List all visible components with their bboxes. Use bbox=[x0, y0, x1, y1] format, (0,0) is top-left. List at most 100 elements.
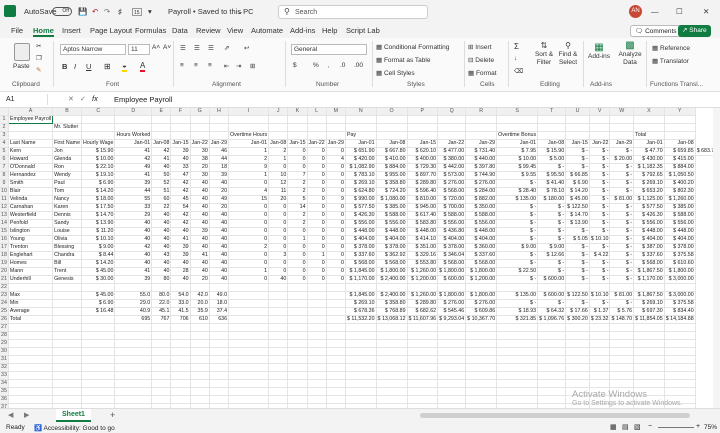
cell[interactable] bbox=[307, 395, 327, 404]
cell[interactable]: $ - bbox=[589, 299, 611, 308]
cell[interactable] bbox=[609, 283, 635, 292]
cell[interactable] bbox=[326, 123, 346, 132]
cell[interactable]: 0 bbox=[268, 203, 289, 212]
cell[interactable]: Jan-29 bbox=[209, 139, 230, 148]
share-button[interactable]: ↗ Share bbox=[678, 25, 711, 37]
cell[interactable] bbox=[465, 371, 498, 380]
cell[interactable]: $ - bbox=[589, 147, 611, 156]
cell[interactable]: 0 bbox=[307, 259, 327, 268]
column-header[interactable]: G bbox=[190, 108, 210, 116]
customize-qat-icon[interactable]: ▾ bbox=[148, 6, 152, 18]
cell[interactable] bbox=[190, 131, 210, 140]
cell[interactable]: $ 329.16 bbox=[407, 251, 439, 260]
cell[interactable]: $ 20.00 bbox=[609, 155, 635, 164]
cell[interactable]: Pay bbox=[345, 131, 377, 140]
cell[interactable] bbox=[190, 323, 210, 332]
cell[interactable] bbox=[496, 123, 539, 132]
cell[interactable]: $ 45.00 bbox=[81, 291, 116, 300]
cell[interactable]: $ 10.00 bbox=[496, 155, 539, 164]
cell[interactable] bbox=[151, 131, 172, 140]
cell[interactable] bbox=[345, 323, 377, 332]
page-layout-view-icon[interactable]: ▤ bbox=[622, 423, 629, 431]
cell[interactable] bbox=[8, 387, 54, 396]
cell[interactable]: First Name bbox=[52, 139, 83, 148]
cell[interactable]: $ 15.90 bbox=[81, 147, 116, 156]
cell[interactable] bbox=[287, 291, 308, 300]
save-icon[interactable]: 💾 bbox=[78, 6, 87, 18]
cell[interactable]: 55 bbox=[114, 195, 153, 204]
cell[interactable]: 9 bbox=[228, 163, 270, 172]
cell[interactable] bbox=[151, 395, 172, 404]
cell[interactable] bbox=[228, 363, 270, 372]
cell[interactable]: Average bbox=[8, 307, 54, 316]
cell[interactable] bbox=[465, 387, 498, 396]
cell[interactable]: Howard bbox=[8, 155, 54, 164]
cell[interactable]: Jan-15 bbox=[170, 139, 191, 148]
cell[interactable]: $ 14.20 bbox=[81, 259, 116, 268]
cell[interactable]: Wendy bbox=[52, 171, 83, 180]
cell[interactable] bbox=[81, 371, 116, 380]
cell[interactable] bbox=[81, 323, 116, 332]
cell[interactable]: $ 568.00 bbox=[376, 259, 408, 268]
align-center-icon[interactable]: ≡ bbox=[194, 62, 198, 69]
cell[interactable] bbox=[228, 355, 270, 364]
cell[interactable] bbox=[376, 387, 408, 396]
cell[interactable] bbox=[465, 331, 498, 340]
cell[interactable] bbox=[287, 347, 308, 356]
cell[interactable]: Jan-08 bbox=[268, 139, 289, 148]
cell[interactable] bbox=[465, 123, 498, 132]
cell[interactable]: $ 448.00 bbox=[345, 227, 377, 236]
cell[interactable]: $ 620.10 bbox=[407, 147, 439, 156]
cell[interactable]: $ 13.90 bbox=[565, 219, 590, 228]
format-painter-icon[interactable]: ✎ bbox=[36, 66, 41, 74]
cell[interactable]: $ 588.00 bbox=[376, 211, 408, 220]
cell[interactable] bbox=[407, 323, 439, 332]
cell[interactable]: 40 bbox=[170, 227, 191, 236]
cell[interactable] bbox=[170, 347, 191, 356]
cell[interactable]: Olivia bbox=[52, 235, 83, 244]
cell[interactable]: 39 bbox=[209, 171, 230, 180]
cell[interactable]: $ 66.85 bbox=[565, 171, 590, 180]
cell[interactable] bbox=[228, 299, 270, 308]
cell[interactable] bbox=[307, 347, 327, 356]
cell[interactable] bbox=[664, 123, 696, 132]
cell[interactable]: $ 1,170.00 bbox=[633, 275, 665, 284]
cell[interactable]: 4 bbox=[326, 155, 346, 164]
cell[interactable]: Jan-29 bbox=[465, 139, 498, 148]
cell[interactable]: $ - bbox=[589, 179, 611, 188]
cell[interactable] bbox=[437, 131, 467, 140]
currency-icon[interactable]: $ bbox=[293, 62, 297, 69]
cell[interactable]: $ - bbox=[609, 299, 635, 308]
cell[interactable]: 0 bbox=[228, 219, 270, 228]
column-header[interactable]: P bbox=[407, 108, 439, 116]
cell[interactable]: Smith bbox=[8, 179, 54, 188]
cell[interactable] bbox=[228, 283, 270, 292]
cell[interactable]: $ - bbox=[565, 275, 590, 284]
cell[interactable]: 1 bbox=[228, 267, 270, 276]
cell[interactable]: $ - bbox=[609, 219, 635, 228]
row-header[interactable]: 10 bbox=[0, 187, 9, 196]
cell[interactable] bbox=[565, 347, 590, 356]
cell[interactable] bbox=[609, 123, 635, 132]
cell[interactable]: Homes bbox=[8, 259, 54, 268]
cell[interactable]: 0 bbox=[326, 171, 346, 180]
row-header[interactable]: 29 bbox=[0, 339, 9, 348]
cell[interactable]: $ 404.00 bbox=[465, 235, 498, 244]
cell[interactable]: $ 2,400.00 bbox=[376, 275, 408, 284]
cell[interactable]: $ 1,170.00 bbox=[345, 275, 377, 284]
cell[interactable] bbox=[307, 291, 327, 300]
cell[interactable]: $ 810.00 bbox=[407, 195, 439, 204]
row-header[interactable]: 15 bbox=[0, 227, 9, 236]
cell[interactable]: 0 bbox=[326, 267, 346, 276]
decrease-font-icon[interactable]: A˅ bbox=[163, 44, 171, 51]
cell[interactable] bbox=[287, 395, 308, 404]
cell[interactable]: 40 bbox=[190, 203, 210, 212]
cell[interactable] bbox=[307, 299, 327, 308]
row-header[interactable]: 17 bbox=[0, 243, 9, 252]
cell[interactable]: 41 bbox=[170, 235, 191, 244]
fill-color-icon[interactable]: ◒ bbox=[122, 61, 127, 72]
cell[interactable] bbox=[287, 379, 308, 388]
cell[interactable] bbox=[326, 371, 346, 380]
cell[interactable] bbox=[664, 323, 696, 332]
cell[interactable]: 42 bbox=[151, 147, 172, 156]
